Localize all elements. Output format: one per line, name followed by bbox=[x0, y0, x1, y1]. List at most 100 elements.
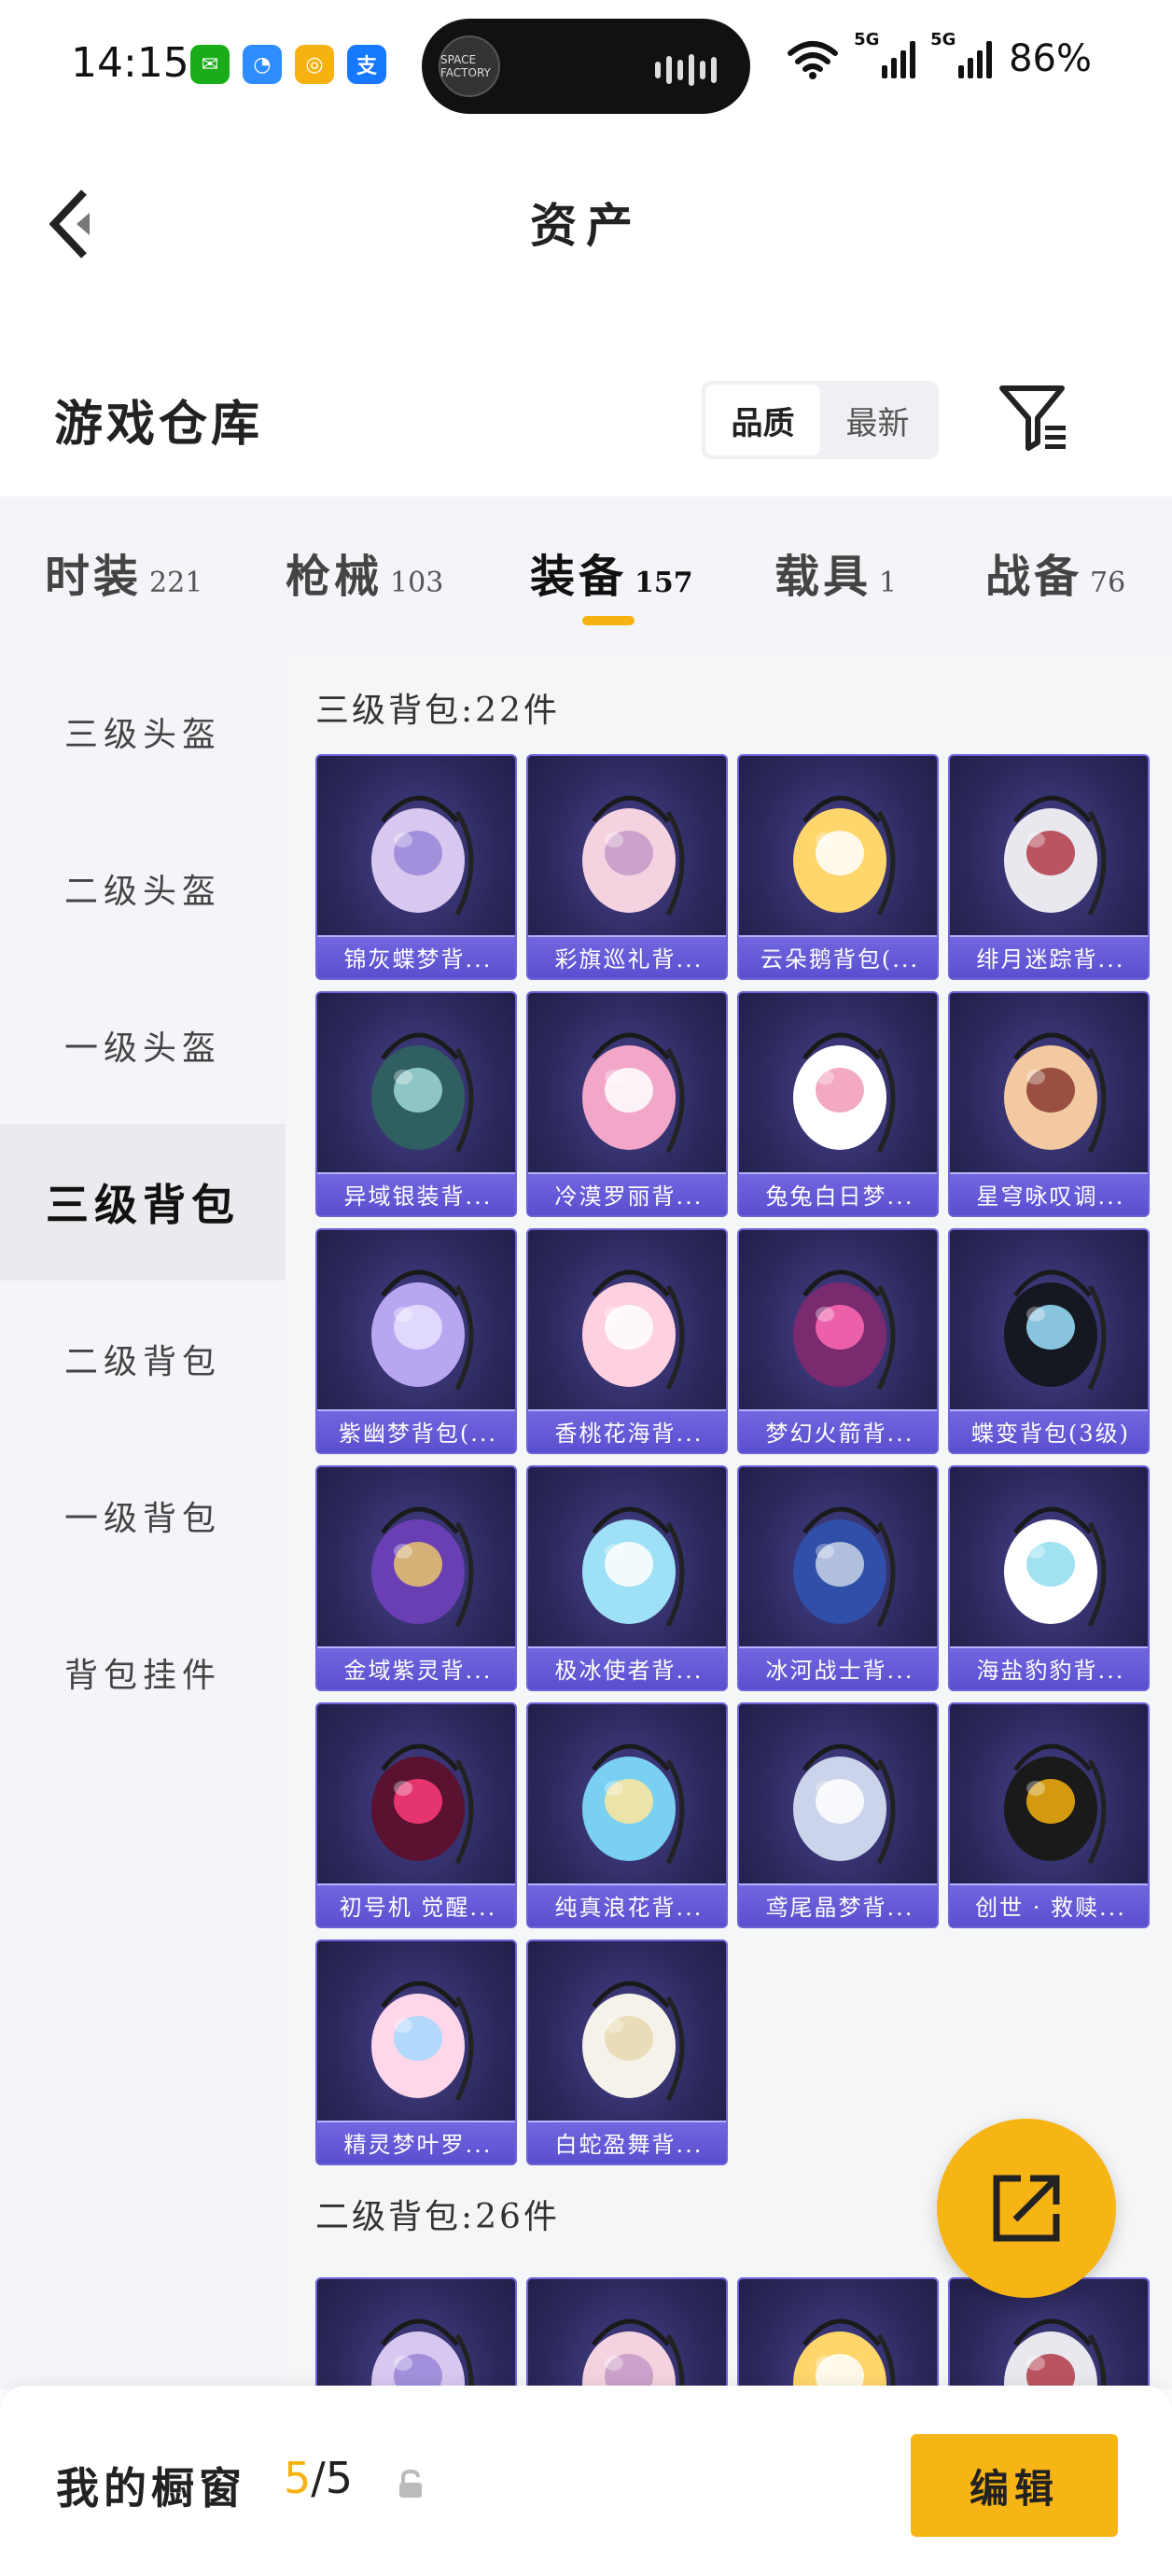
item-name: 香桃花海背... bbox=[528, 1409, 726, 1452]
filter-icon[interactable] bbox=[997, 381, 1071, 455]
sidebar-item-lv3-helmet[interactable]: 三级头盔 bbox=[0, 653, 286, 810]
item-card[interactable]: 彩旗巡礼背... bbox=[526, 754, 728, 980]
tab-label: 装备 bbox=[530, 551, 628, 603]
item-name: 白蛇盈舞背... bbox=[528, 2121, 726, 2163]
network-type-1: 5G bbox=[854, 30, 880, 49]
item-card[interactable]: 香桃花海背... bbox=[526, 1228, 728, 1454]
item-card[interactable]: 星穹咏叹调... bbox=[948, 991, 1150, 1217]
showcase-count: 5/5 bbox=[284, 2453, 353, 2503]
item-name: 海盐豹豹背... bbox=[950, 1646, 1148, 1689]
item-card[interactable]: 白蛇盈舞背... bbox=[526, 1939, 728, 2165]
tab-count: 1 bbox=[879, 567, 898, 599]
network-type-2: 5G bbox=[930, 30, 956, 49]
tab-vehicles[interactable]: 载具 1 bbox=[774, 539, 897, 605]
item-card[interactable]: 兔兔白日梦... bbox=[737, 991, 939, 1217]
backpack-icon bbox=[793, 1032, 896, 1154]
lock-icon[interactable] bbox=[394, 2468, 427, 2501]
sidebar-item-lv3-backpack[interactable]: 三级背包 bbox=[0, 1124, 286, 1281]
showcase-current: 5 bbox=[284, 2453, 312, 2503]
item-name: 鸢尾晶梦背... bbox=[739, 1883, 937, 1926]
alipay-icon: 支 bbox=[347, 45, 386, 84]
tab-label: 枪械 bbox=[286, 551, 384, 603]
item-card[interactable]: 纯真浪花背... bbox=[526, 1702, 728, 1928]
item-card[interactable] bbox=[315, 2277, 517, 2389]
tab-combat-gear[interactable]: 战备 76 bbox=[985, 539, 1125, 605]
tab-count: 221 bbox=[149, 567, 203, 599]
sidebar-item-lv2-helmet[interactable]: 二级头盔 bbox=[0, 810, 286, 967]
item-card[interactable]: 紫幽梦背包(... bbox=[315, 1228, 517, 1454]
backpack-icon bbox=[582, 1506, 685, 1628]
backpack-icon bbox=[582, 1032, 685, 1154]
item-card[interactable]: 冷漠罗丽背... bbox=[526, 991, 728, 1217]
sort-quality-button[interactable]: 品质 bbox=[705, 385, 820, 455]
sidebar-item-lv2-backpack[interactable]: 二级背包 bbox=[0, 1281, 286, 1437]
item-card[interactable]: 冰河战士背... bbox=[737, 1465, 939, 1691]
showcase-label: 我的橱窗 bbox=[56, 2463, 246, 2513]
item-card[interactable]: 创世 · 救赎... bbox=[948, 1702, 1150, 1928]
item-card[interactable]: 绯月迷踪背... bbox=[948, 754, 1150, 980]
item-card[interactable] bbox=[526, 2277, 728, 2389]
tab-count: 157 bbox=[635, 567, 693, 599]
item-card[interactable]: 极冰使者背... bbox=[526, 1465, 728, 1691]
tab-equipment[interactable]: 装备 157 bbox=[530, 539, 693, 605]
item-card[interactable]: 初号机 觉醒... bbox=[315, 1702, 517, 1928]
active-tab-indicator bbox=[582, 616, 635, 625]
item-name: 金域紫灵背... bbox=[317, 1646, 515, 1689]
item-name: 绯月迷踪背... bbox=[950, 935, 1148, 978]
item-name: 锦灰蝶梦背... bbox=[317, 935, 515, 978]
dynamic-island[interactable]: SPACE FACTORY bbox=[422, 19, 750, 114]
item-card[interactable]: 梦幻火箭背... bbox=[737, 1228, 939, 1454]
tab-count: 76 bbox=[1090, 567, 1126, 599]
backpack-icon bbox=[793, 1743, 896, 1865]
item-card[interactable]: 锦灰蝶梦背... bbox=[315, 754, 517, 980]
backpack-icon bbox=[371, 795, 474, 917]
status-indicators: 5G 5G 86% bbox=[787, 30, 1092, 80]
wechat-icon: ✉ bbox=[190, 45, 230, 84]
item-name: 星穹咏叹调... bbox=[950, 1172, 1148, 1215]
edit-button[interactable]: 编辑 bbox=[911, 2434, 1118, 2537]
tab-label: 战备 bbox=[985, 551, 1083, 603]
backpack-icon bbox=[582, 1981, 685, 2102]
item-card[interactable]: 异域银装背... bbox=[315, 991, 517, 1217]
backpack-icon bbox=[1004, 2318, 1107, 2389]
item-name: 精灵梦叶罗... bbox=[317, 2121, 515, 2163]
item-card[interactable]: 鸢尾晶梦背... bbox=[737, 1702, 939, 1928]
item-card[interactable]: 金域紫灵背... bbox=[315, 1465, 517, 1691]
backpack-icon bbox=[371, 1506, 474, 1628]
sort-newest-button[interactable]: 最新 bbox=[820, 385, 935, 455]
backpack-icon bbox=[1004, 1743, 1107, 1865]
item-name: 蝶变背包(3级) bbox=[950, 1409, 1148, 1452]
page-title: 资产 bbox=[530, 198, 642, 253]
item-card[interactable]: 云朵鹅背包(... bbox=[737, 754, 939, 980]
backpack-icon bbox=[582, 1269, 685, 1391]
item-name: 冷漠罗丽背... bbox=[528, 1172, 726, 1215]
backpack-icon bbox=[793, 1269, 896, 1391]
tab-label: 载具 bbox=[774, 551, 872, 603]
tab-guns[interactable]: 枪械 103 bbox=[286, 539, 443, 605]
backpack-icon bbox=[582, 2318, 685, 2389]
backpack-icon bbox=[793, 2318, 896, 2389]
share-button[interactable] bbox=[937, 2119, 1116, 2298]
backpack-icon bbox=[1004, 1269, 1107, 1391]
backpack-icon bbox=[793, 1506, 896, 1628]
sort-toggle: 品质 最新 bbox=[702, 381, 939, 459]
header: 资产 bbox=[0, 131, 1172, 299]
item-card[interactable] bbox=[737, 2277, 939, 2389]
item-name: 创世 · 救赎... bbox=[950, 1883, 1148, 1926]
bottom-bar: 我的橱窗 5/5 编辑 bbox=[0, 2386, 1172, 2576]
item-card[interactable]: 精灵梦叶罗... bbox=[315, 1939, 517, 2165]
item-card[interactable]: 海盐豹豹背... bbox=[948, 1465, 1150, 1691]
backpack-icon bbox=[371, 2318, 474, 2389]
tab-fashion[interactable]: 时装 221 bbox=[45, 539, 202, 605]
backpack-icon bbox=[1004, 795, 1107, 917]
section-title-lv2-backpack: 二级背包:26件 bbox=[315, 2198, 560, 2236]
sidebar-item-lv1-backpack[interactable]: 一级背包 bbox=[0, 1437, 286, 1594]
backpack-icon bbox=[371, 1032, 474, 1154]
item-card[interactable]: 蝶变背包(3级) bbox=[948, 1228, 1150, 1454]
sidebar-item-backpack-charm[interactable]: 背包挂件 bbox=[0, 1594, 286, 1751]
wifi-icon bbox=[788, 41, 839, 79]
battery-level: 86% bbox=[1009, 37, 1092, 80]
audio-wave-icon bbox=[655, 54, 717, 86]
backpack-icon bbox=[582, 1743, 685, 1865]
sidebar-item-lv1-helmet[interactable]: 一级头盔 bbox=[0, 967, 286, 1124]
